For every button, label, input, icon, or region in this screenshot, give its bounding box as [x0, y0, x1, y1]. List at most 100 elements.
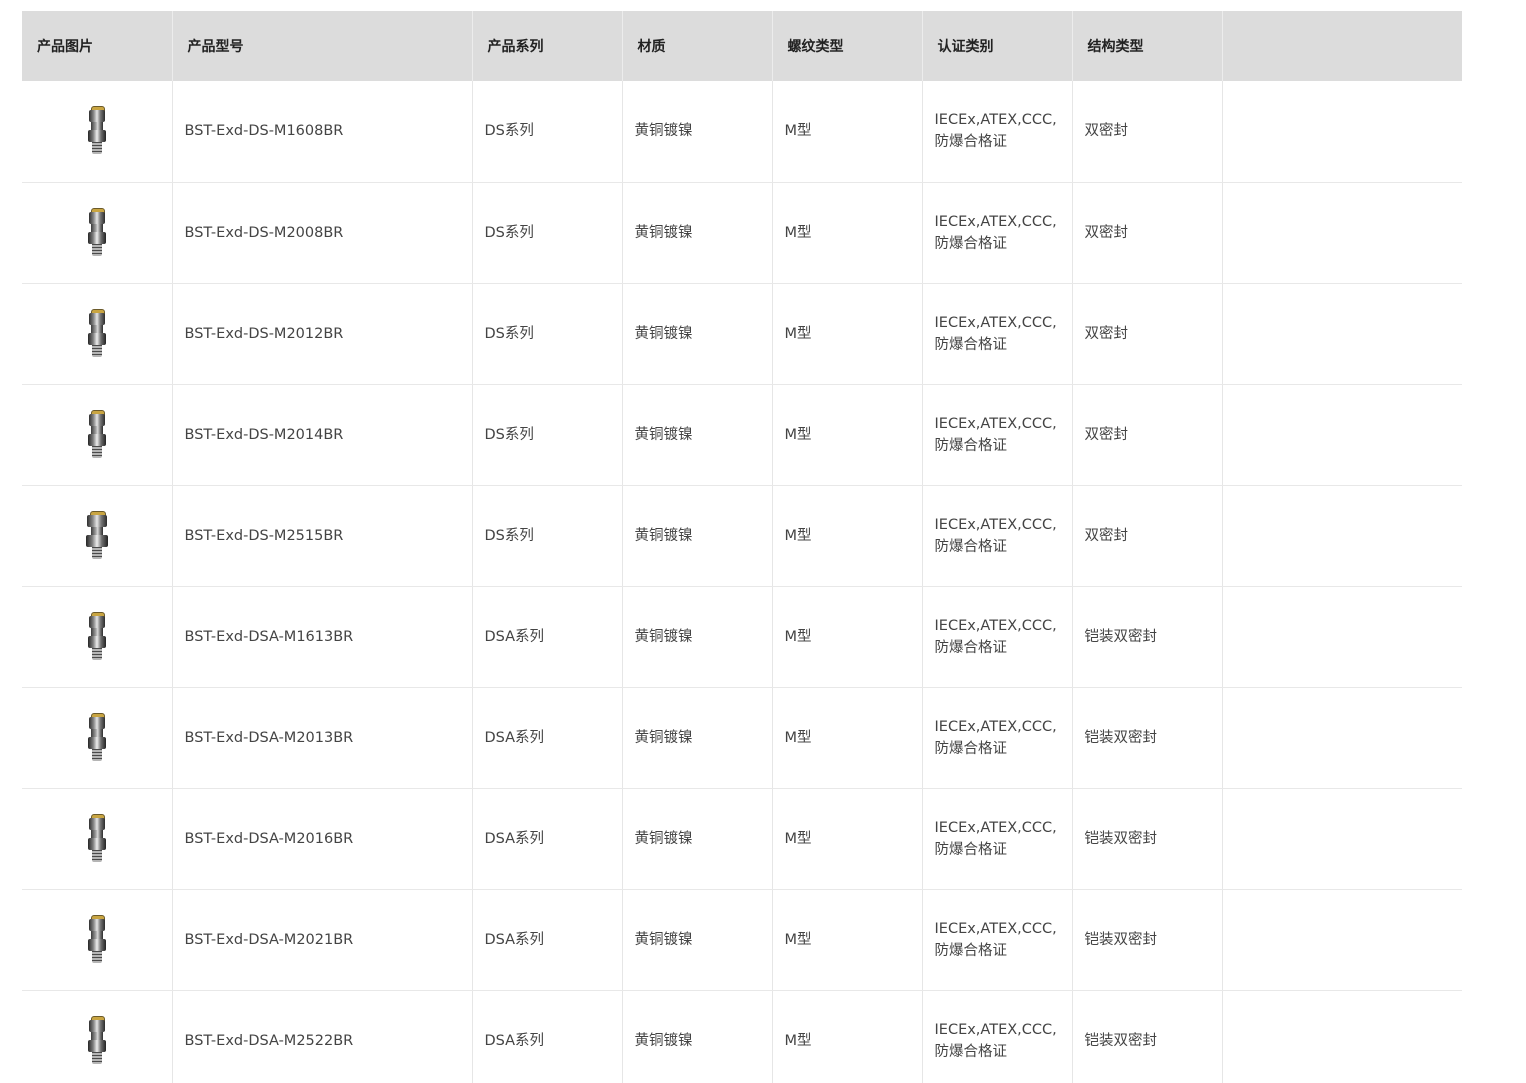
product-series-cell: DSA系列	[472, 788, 623, 890]
certification-cell: IECEx,ATEX,CCC,防爆合格证	[922, 182, 1073, 284]
thread-type-cell: M型	[772, 687, 923, 789]
product-image-cell	[22, 485, 173, 587]
material-cell: 黄铜镀镍	[622, 485, 773, 587]
product-model-cell: BST-Exd-DS-M2012BR	[172, 283, 473, 385]
table-row: BST-Exd-DS-M1608BR DS系列 黄铜镀镍 M型 IECEx,ATEX,C…	[22, 81, 1462, 183]
extra-cell	[1222, 687, 1462, 789]
header-row: 产品图片 产品型号 产品系列 材质 螺纹类型 认证类别 结构类型	[22, 11, 1462, 81]
product-model-cell: BST-Exd-DSA-M2021BR	[172, 889, 473, 991]
table-row: BST-Exd-DS-M2008BR DS系列 黄铜镀镍 M型 IECEx,ATEX,C…	[22, 182, 1462, 284]
extra-cell	[1222, 586, 1462, 688]
thread-type-cell: M型	[772, 990, 923, 1083]
product-image-cell	[22, 889, 173, 991]
structure-type-cell: 双密封	[1072, 283, 1223, 385]
table-body: BST-Exd-DS-M1608BR DS系列 黄铜镀镍 M型 IECEx,ATEX,C…	[22, 81, 1462, 1083]
table-row: BST-Exd-DSA-M1613BR DSA系列 黄铜镀镍 M型 IECEx,ATEX…	[22, 586, 1462, 688]
cable-gland-icon[interactable]	[86, 813, 108, 864]
page: 产品图片 产品型号 产品系列 材质 螺纹类型 认证类别 结构类型 BST-Exd…	[0, 0, 1526, 1083]
product-image-cell	[22, 586, 173, 688]
product-image-cell	[22, 990, 173, 1083]
extra-cell	[1222, 283, 1462, 385]
table-row: BST-Exd-DS-M2515BR DS系列 黄铜镀镍 M型 IECEx,ATEX,C…	[22, 485, 1462, 587]
certification-cell: IECEx,ATEX,CCC,防爆合格证	[922, 81, 1073, 183]
cable-gland-icon[interactable]	[86, 914, 108, 965]
thread-type-cell: M型	[772, 81, 923, 183]
certification-cell: IECEx,ATEX,CCC,防爆合格证	[922, 586, 1073, 688]
cable-gland-icon[interactable]	[86, 1015, 108, 1066]
product-model-cell: BST-Exd-DSA-M2522BR	[172, 990, 473, 1083]
product-image-cell	[22, 182, 173, 284]
product-series-cell: DSA系列	[472, 889, 623, 991]
thread-type-cell: M型	[772, 485, 923, 587]
material-cell: 黄铜镀镍	[622, 182, 773, 284]
product-image-cell	[22, 384, 173, 486]
cable-gland-icon[interactable]	[86, 308, 108, 359]
structure-type-cell: 铠装双密封	[1072, 687, 1223, 789]
certification-cell: IECEx,ATEX,CCC,防爆合格证	[922, 990, 1073, 1083]
product-model-cell: BST-Exd-DS-M2014BR	[172, 384, 473, 486]
extra-cell	[1222, 384, 1462, 486]
header-thread-type: 螺纹类型	[772, 11, 923, 81]
material-cell: 黄铜镀镍	[622, 586, 773, 688]
extra-cell	[1222, 889, 1462, 991]
certification-cell: IECEx,ATEX,CCC,防爆合格证	[922, 788, 1073, 890]
structure-type-cell: 双密封	[1072, 384, 1223, 486]
product-series-cell: DSA系列	[472, 687, 623, 789]
certification-cell: IECEx,ATEX,CCC,防爆合格证	[922, 485, 1073, 587]
table-row: BST-Exd-DSA-M2013BR DSA系列 黄铜镀镍 M型 IECEx,ATEX…	[22, 687, 1462, 789]
cable-gland-icon[interactable]	[86, 106, 108, 156]
product-model-cell: BST-Exd-DS-M2515BR	[172, 485, 473, 587]
header-structure-type: 结构类型	[1072, 11, 1223, 81]
thread-type-cell: M型	[772, 788, 923, 890]
structure-type-cell: 铠装双密封	[1072, 586, 1223, 688]
material-cell: 黄铜镀镍	[622, 990, 773, 1083]
product-model-cell: BST-Exd-DS-M1608BR	[172, 81, 473, 183]
header-material: 材质	[622, 11, 773, 81]
product-table: 产品图片 产品型号 产品系列 材质 螺纹类型 认证类别 结构类型 BST-Exd…	[22, 11, 1462, 1083]
material-cell: 黄铜镀镍	[622, 687, 773, 789]
header-extra	[1222, 11, 1462, 81]
structure-type-cell: 双密封	[1072, 182, 1223, 284]
product-image-cell	[22, 788, 173, 890]
thread-type-cell: M型	[772, 889, 923, 991]
product-series-cell: DS系列	[472, 384, 623, 486]
certification-cell: IECEx,ATEX,CCC,防爆合格证	[922, 889, 1073, 991]
material-cell: 黄铜镀镍	[622, 889, 773, 991]
material-cell: 黄铜镀镍	[622, 283, 773, 385]
product-series-cell: DS系列	[472, 485, 623, 587]
header-product-image: 产品图片	[22, 11, 173, 81]
table-row: BST-Exd-DSA-M2016BR DSA系列 黄铜镀镍 M型 IECEx,ATEX…	[22, 788, 1462, 890]
extra-cell	[1222, 788, 1462, 890]
product-image-cell	[22, 283, 173, 385]
material-cell: 黄铜镀镍	[622, 384, 773, 486]
cable-gland-icon[interactable]	[86, 712, 108, 763]
product-model-cell: BST-Exd-DSA-M2013BR	[172, 687, 473, 789]
structure-type-cell: 铠装双密封	[1072, 990, 1223, 1083]
product-model-cell: BST-Exd-DSA-M1613BR	[172, 586, 473, 688]
product-series-cell: DS系列	[472, 81, 623, 183]
cable-gland-icon[interactable]	[86, 409, 108, 460]
table-row: BST-Exd-DSA-M2522BR DSA系列 黄铜镀镍 M型 IECEx,ATEX…	[22, 990, 1462, 1083]
thread-type-cell: M型	[772, 586, 923, 688]
structure-type-cell: 双密封	[1072, 485, 1223, 587]
structure-type-cell: 铠装双密封	[1072, 788, 1223, 890]
cable-gland-icon[interactable]	[86, 611, 108, 662]
thread-type-cell: M型	[772, 182, 923, 284]
thread-type-cell: M型	[772, 283, 923, 385]
product-series-cell: DS系列	[472, 283, 623, 385]
cable-gland-icon[interactable]	[85, 510, 108, 561]
product-model-cell: BST-Exd-DSA-M2016BR	[172, 788, 473, 890]
structure-type-cell: 双密封	[1072, 81, 1223, 183]
header-product-model: 产品型号	[172, 11, 473, 81]
structure-type-cell: 铠装双密封	[1072, 889, 1223, 991]
extra-cell	[1222, 485, 1462, 587]
table-header: 产品图片 产品型号 产品系列 材质 螺纹类型 认证类别 结构类型	[22, 11, 1462, 81]
cable-gland-icon[interactable]	[86, 207, 108, 258]
table-row: BST-Exd-DS-M2014BR DS系列 黄铜镀镍 M型 IECEx,ATEX,C…	[22, 384, 1462, 486]
extra-cell	[1222, 182, 1462, 284]
product-image-cell	[22, 687, 173, 789]
extra-cell	[1222, 81, 1462, 183]
product-image-cell	[22, 81, 173, 183]
header-certification: 认证类别	[922, 11, 1073, 81]
product-series-cell: DSA系列	[472, 586, 623, 688]
